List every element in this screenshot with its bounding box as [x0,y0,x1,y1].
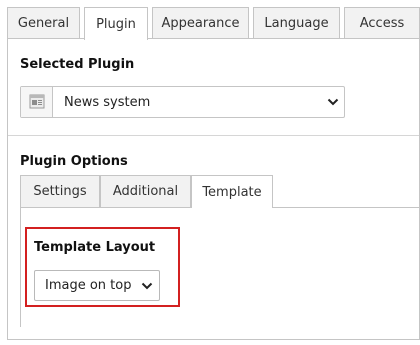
subtab-additional[interactable]: Additional [100,175,191,207]
section-divider [8,135,419,136]
subtab-additional-label: Additional [112,184,179,199]
subtab-template-label: Template [202,184,262,200]
tab-appearance-label: Appearance [161,16,240,31]
plugin-select[interactable]: News system [20,86,345,118]
selected-plugin-title: Selected Plugin [20,57,135,72]
tab-plugin-label: Plugin [96,16,136,32]
subtab-template[interactable]: Template [191,175,273,208]
plugin-settings-screen: General Plugin Appearance Language Acces… [0,0,420,345]
template-layout-value: Image on top [45,278,132,293]
chevron-down-icon [141,282,153,290]
plugin-page-icon [21,87,53,117]
subtab-settings-label: Settings [33,184,87,199]
tab-general-label: General [17,16,70,31]
subtab-settings[interactable]: Settings [20,175,100,207]
tab-general[interactable]: General [7,7,80,39]
plugin-select-value: News system [64,95,151,110]
template-layout-label: Template Layout [34,240,156,255]
plugin-tab-panel: Selected Plugin News system Plugin Optio… [7,38,420,340]
tab-plugin[interactable]: Plugin [84,7,148,40]
tab-access-label: Access [359,16,405,31]
plugin-options-title: Plugin Options [20,154,128,169]
tab-language-label: Language [264,16,329,31]
tab-language[interactable]: Language [253,7,340,39]
chevron-down-icon [327,98,339,106]
template-layout-select[interactable]: Image on top [34,270,160,301]
top-tab-bar: General Plugin Appearance Language Acces… [7,7,420,40]
tab-access[interactable]: Access [344,7,420,39]
tab-appearance[interactable]: Appearance [152,7,249,39]
